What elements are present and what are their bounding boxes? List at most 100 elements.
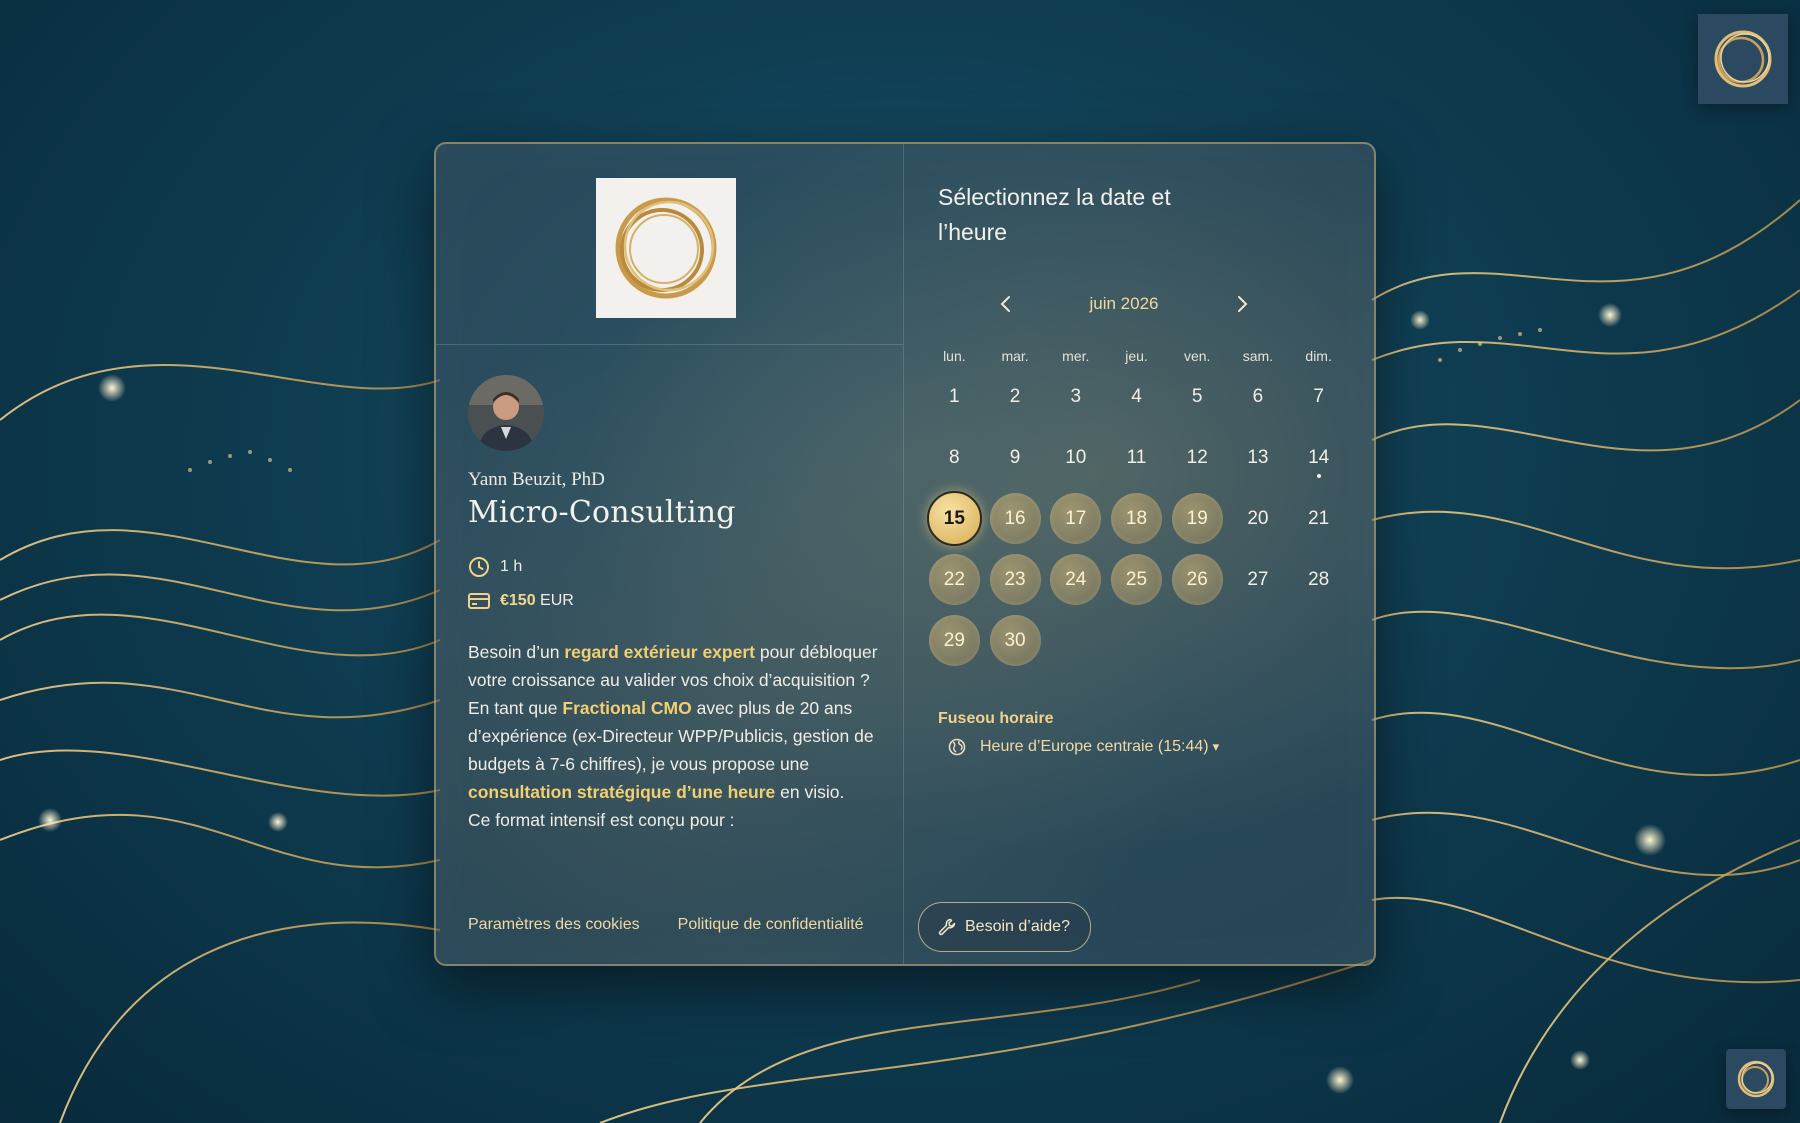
calendar-day: 12 bbox=[1167, 427, 1228, 488]
person-photo-icon bbox=[468, 375, 544, 451]
price-amount: €150 bbox=[500, 592, 536, 609]
price-currency: EUR bbox=[540, 592, 574, 609]
calendar-day: 6 bbox=[1228, 366, 1289, 427]
month-navigation: juin 2026 bbox=[994, 292, 1254, 316]
calendar-day-available[interactable]: 18 bbox=[1106, 488, 1167, 549]
calendar-day: 9 bbox=[985, 427, 1046, 488]
timezone-value: Heure d’Europe centraie (15:44) bbox=[980, 738, 1209, 755]
calendar-day-number: 1 bbox=[949, 385, 960, 407]
description-text: Ce format intensif est conçu pour : bbox=[468, 810, 735, 830]
calendar-day: 27 bbox=[1228, 549, 1289, 610]
calendar-day-available[interactable]: 16 bbox=[985, 488, 1046, 549]
weekday-label: ven. bbox=[1183, 348, 1211, 364]
calendar-day: 3 bbox=[1045, 366, 1106, 427]
calendar-day-number: 15 bbox=[926, 491, 982, 546]
calendar-day-number: 29 bbox=[928, 615, 980, 666]
event-title: Micro-Consulting bbox=[468, 495, 736, 530]
calendar-day-available[interactable]: 25 bbox=[1106, 549, 1167, 610]
calendar-day-available[interactable]: 24 bbox=[1045, 549, 1106, 610]
calendar-day-number: 3 bbox=[1070, 385, 1082, 407]
description-highlight: regard extérieur expert bbox=[564, 642, 755, 662]
description-text: Besoin d’un bbox=[468, 642, 565, 662]
calendar-day-available[interactable]: 17 bbox=[1045, 488, 1106, 549]
timezone-select[interactable]: Heure d’Europe centraie (15:44) ▾ bbox=[948, 738, 1219, 756]
price-row: €150 EUR bbox=[468, 592, 869, 610]
chevron-right-icon bbox=[1237, 296, 1248, 312]
avatar bbox=[468, 375, 544, 451]
weekday-label: dim. bbox=[1305, 348, 1332, 364]
calendar-day-number: 5 bbox=[1191, 385, 1203, 407]
ring-logo-icon bbox=[1714, 30, 1772, 88]
calendar-day: 1 bbox=[924, 366, 985, 427]
calendar-day: 14 bbox=[1288, 427, 1349, 488]
wrench-icon bbox=[938, 918, 956, 936]
weekday-header: lun. mar. mer. jeu. ven. sam. dim. bbox=[924, 348, 1349, 364]
calendar-day-available[interactable]: 19 bbox=[1167, 488, 1228, 549]
calendar-day: 8 bbox=[924, 427, 985, 488]
credit-card-icon bbox=[468, 593, 490, 609]
calendar-day-number: 13 bbox=[1247, 446, 1269, 468]
caret-down-icon: ▾ bbox=[1212, 739, 1220, 754]
calendar-day-available[interactable]: 26 bbox=[1167, 549, 1228, 610]
calendar-day-number: 28 bbox=[1308, 568, 1330, 590]
organization-logo bbox=[595, 178, 736, 318]
booking-card: Yann Beuzit, PhD Micro-Consulting 1 h €1… bbox=[434, 142, 1376, 966]
calendar-day-available[interactable]: 29 bbox=[924, 610, 985, 671]
calendar-day-number: 11 bbox=[1126, 446, 1147, 468]
calendar-day: 7 bbox=[1288, 366, 1349, 427]
weekday-label: jeu. bbox=[1125, 348, 1148, 364]
calendar-day-number: 17 bbox=[1050, 493, 1102, 544]
calendar-grid: 1 2 3 4 5 6 7 8 9 10 11 12 13 14 15 16 17 18 19 20 21 22 23 24 2… bbox=[924, 366, 1349, 671]
calendar-day-number: 24 bbox=[1050, 554, 1102, 605]
calendar-day-number: 7 bbox=[1313, 385, 1324, 407]
calendar-day-available[interactable]: 30 bbox=[985, 610, 1046, 671]
weekday-label: sam. bbox=[1242, 348, 1274, 364]
host-name: Yann Beuzit, PhD bbox=[468, 469, 605, 490]
calendar-day: 13 bbox=[1228, 427, 1289, 488]
corner-logo-bottom[interactable] bbox=[1726, 1049, 1786, 1109]
weekday-label: mar. bbox=[1001, 348, 1029, 364]
calendar-day: 10 bbox=[1045, 427, 1106, 488]
event-details-pane: Yann Beuzit, PhD Micro-Consulting 1 h €1… bbox=[436, 144, 904, 964]
corner-logo-top[interactable] bbox=[1698, 14, 1788, 104]
calendar-day: 5 bbox=[1167, 366, 1228, 427]
host-profile: Yann Beuzit, PhD Micro-Consulting 1 h €1… bbox=[436, 345, 903, 834]
cookie-settings-link[interactable]: Paramètres des cookies bbox=[468, 916, 640, 934]
calendar-day: 20 bbox=[1228, 488, 1289, 549]
description-highlight: consultation stratégique d’une heure bbox=[468, 782, 776, 802]
calendar-day-available[interactable]: 22 bbox=[924, 549, 985, 610]
description-highlight: Fractional CMO bbox=[562, 698, 692, 718]
calendar-day-number: 21 bbox=[1308, 507, 1330, 529]
help-button[interactable]: Besoin d’aide? bbox=[918, 902, 1091, 952]
calendar-day-available[interactable]: 23 bbox=[985, 549, 1046, 610]
calendar-day: 4 bbox=[1106, 366, 1167, 427]
calendar-day-number: 22 bbox=[928, 554, 980, 605]
prev-month-button[interactable] bbox=[994, 292, 1018, 316]
calendar-day-number: 18 bbox=[1110, 493, 1162, 544]
gold-rings-logo-icon bbox=[615, 197, 716, 299]
calendar-day-number: 4 bbox=[1131, 385, 1142, 407]
calendar-day-number: 30 bbox=[989, 615, 1041, 666]
calendar-day-selected[interactable]: 15 bbox=[924, 488, 985, 549]
date-picker-pane: Sélectionnez la date et l’heure juin 202… bbox=[904, 144, 1374, 964]
privacy-policy-link[interactable]: Politique de confidentialité bbox=[678, 916, 864, 934]
footer-links: Paramètres des cookies Politique de conf… bbox=[468, 916, 864, 934]
weekday-label: mer. bbox=[1062, 348, 1090, 364]
duration-row: 1 h bbox=[468, 556, 869, 578]
event-description: Besoin d’un regard extérieur expert pour… bbox=[468, 638, 880, 834]
duration-value: 1 h bbox=[500, 558, 523, 575]
calendar-day-number: 16 bbox=[989, 493, 1041, 544]
organization-logo-header bbox=[436, 144, 903, 345]
calendar-day-number: 10 bbox=[1065, 446, 1087, 468]
calendar-day: 28 bbox=[1288, 549, 1349, 610]
ring-logo-icon bbox=[1737, 1060, 1775, 1098]
weekday-label: lun. bbox=[943, 348, 966, 364]
help-label: Besoin d’aide? bbox=[965, 918, 1070, 935]
calendar-day-number: 9 bbox=[1009, 446, 1021, 468]
calendar-day: 2 bbox=[985, 366, 1046, 427]
calendar-day-number: 8 bbox=[949, 446, 960, 468]
globe-icon bbox=[948, 738, 966, 756]
timezone-label: Fuseou horaire bbox=[938, 710, 1054, 727]
calendar-day-number: 26 bbox=[1171, 554, 1223, 605]
next-month-button[interactable] bbox=[1230, 292, 1254, 316]
